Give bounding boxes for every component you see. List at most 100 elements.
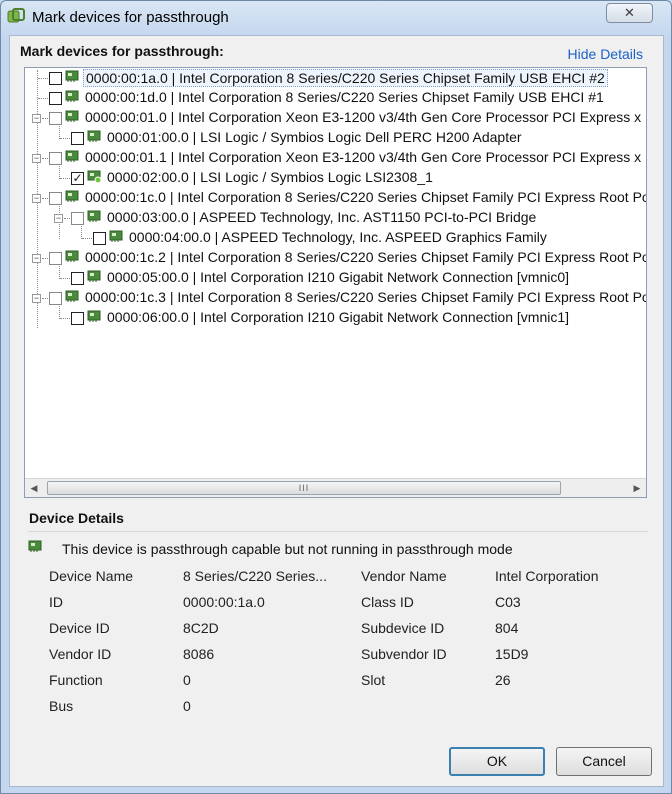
subvendor-id-label: Subvendor ID xyxy=(361,646,447,662)
id-label: ID xyxy=(49,594,63,610)
class-id-value: C03 xyxy=(495,594,521,610)
scroll-left-icon[interactable]: ◀ xyxy=(27,481,41,495)
pci-device-icon xyxy=(87,130,101,142)
passthrough-checkbox[interactable] xyxy=(49,112,62,125)
tree-row[interactable]: 0000:04:00.0 | ASPEED Technology, Inc. A… xyxy=(25,228,646,248)
dialog-window: Mark devices for passthrough ✕ Mark devi… xyxy=(0,0,672,794)
slot-label: Slot xyxy=(361,672,386,688)
device-id-value: 8C2D xyxy=(183,620,219,636)
device-label: 0000:00:1d.0 | Intel Corporation 8 Serie… xyxy=(85,89,604,105)
subvendor-id-value: 15D9 xyxy=(495,646,529,662)
device-details-title: Device Details xyxy=(29,510,124,526)
pci-device-icon xyxy=(65,250,79,262)
tree-row[interactable]: − 0000:00:1c.3 | Intel Corporation 8 Ser… xyxy=(25,288,647,308)
scrollbar-thumb[interactable]: III xyxy=(47,481,561,495)
device-label: 0000:06:00.0 | Intel Corporation I210 Gi… xyxy=(107,309,570,325)
tree-row[interactable]: 0000:00:1a.0 | Intel Corporation 8 Serie… xyxy=(25,68,646,88)
tree-row[interactable]: ✓ 0000:02:00.0 | LSI Logic / Symbios Log… xyxy=(25,168,646,188)
collapse-toggle-icon[interactable]: − xyxy=(32,194,41,203)
slot-value: 26 xyxy=(495,672,511,688)
details-divider xyxy=(28,531,648,532)
pci-device-icon xyxy=(87,270,101,282)
device-label: 0000:05:00.0 | Intel Corporation I210 Gi… xyxy=(107,269,570,285)
function-value: 0 xyxy=(183,672,191,688)
tree-row[interactable]: 0000:00:1d.0 | Intel Corporation 8 Serie… xyxy=(25,88,646,108)
vendor-id-value: 8086 xyxy=(183,646,215,662)
collapse-toggle-icon[interactable]: − xyxy=(32,294,41,303)
passthrough-checkbox[interactable] xyxy=(49,292,62,305)
vendor-id-label: Vendor ID xyxy=(49,646,112,662)
close-icon: ✕ xyxy=(624,5,635,20)
tree-section-label: Mark devices for passthrough: xyxy=(20,43,224,59)
device-label: 0000:00:1a.0 | Intel Corporation 8 Serie… xyxy=(83,69,608,87)
dialog-body: Mark devices for passthrough: Hide Detai… xyxy=(9,35,664,787)
device-name-label: Device Name xyxy=(49,568,134,584)
pci-device-icon xyxy=(87,210,101,222)
window-title: Mark devices for passthrough xyxy=(32,9,229,26)
tree-row[interactable]: − 0000:00:01.0 | Intel Corporation Xeon … xyxy=(25,108,646,128)
close-button[interactable]: ✕ xyxy=(606,3,653,23)
passthrough-checkbox[interactable] xyxy=(49,92,62,105)
passthrough-checkbox[interactable] xyxy=(71,312,84,325)
class-id-label: Class ID xyxy=(361,594,414,610)
passthrough-checkbox[interactable] xyxy=(93,232,106,245)
tree-row[interactable]: − 0000:00:1c.2 | Intel Corporation 8 Ser… xyxy=(25,248,646,268)
tree-row[interactable]: − 0000:00:01.1 | Intel Corporation Xeon … xyxy=(25,148,646,168)
collapse-toggle-icon[interactable]: − xyxy=(54,214,63,223)
passthrough-checkbox-checked[interactable]: ✓ xyxy=(71,172,84,185)
passthrough-checkbox[interactable] xyxy=(49,192,62,205)
ok-button[interactable]: OK xyxy=(449,747,545,776)
id-value: 0000:00:1a.0 xyxy=(183,594,265,610)
tree-row[interactable]: 0000:01:00.0 | LSI Logic / Symbios Logic… xyxy=(25,128,646,148)
pci-device-icon xyxy=(65,290,79,302)
passthrough-checkbox[interactable] xyxy=(71,272,84,285)
cancel-button[interactable]: Cancel xyxy=(556,747,652,776)
hide-details-link[interactable]: Hide Details xyxy=(568,46,643,62)
tree-row[interactable]: − 0000:03:00.0 | ASPEED Technology, Inc.… xyxy=(25,208,646,228)
passthrough-checkbox[interactable] xyxy=(49,152,62,165)
device-label: 0000:00:1c.3 | Intel Corporation 8 Serie… xyxy=(85,289,647,305)
collapse-toggle-icon[interactable]: − xyxy=(32,254,41,263)
bus-label: Bus xyxy=(49,698,74,714)
device-label: 0000:00:01.1 | Intel Corporation Xeon E3… xyxy=(85,149,642,165)
device-label: 0000:00:01.0 | Intel Corporation Xeon E3… xyxy=(85,109,642,125)
scrollbar-grip: III xyxy=(298,483,310,493)
pci-device-icon xyxy=(87,310,101,322)
vsphere-app-icon xyxy=(7,8,25,23)
device-name-value: 8 Series/C220 Series... xyxy=(183,568,327,584)
passthrough-checkbox[interactable] xyxy=(71,212,84,225)
passthrough-checkbox[interactable] xyxy=(49,252,62,265)
tree-row[interactable]: − 0000:00:1c.0 | Intel Corporation 8 Ser… xyxy=(25,188,647,208)
device-label: 0000:04:00.0 | ASPEED Technology, Inc. A… xyxy=(129,229,547,245)
collapse-toggle-icon[interactable]: − xyxy=(32,114,41,123)
vendor-name-value: Intel Corporation xyxy=(495,568,599,584)
tree-row[interactable]: 0000:05:00.0 | Intel Corporation I210 Gi… xyxy=(25,268,646,288)
passthrough-status: This device is passthrough capable but n… xyxy=(62,541,513,557)
device-label: 0000:03:00.0 | ASPEED Technology, Inc. A… xyxy=(107,209,537,225)
device-label: 0000:02:00.0 | LSI Logic / Symbios Logic… xyxy=(107,169,433,185)
scroll-right-icon[interactable]: ▶ xyxy=(630,481,644,495)
pci-device-icon xyxy=(65,110,79,122)
bus-value: 0 xyxy=(183,698,191,714)
vendor-name-label: Vendor Name xyxy=(361,568,447,584)
pci-device-icon xyxy=(28,540,42,552)
function-label: Function xyxy=(49,672,103,688)
device-label: 0000:01:00.0 | LSI Logic / Symbios Logic… xyxy=(107,129,522,145)
pci-device-icon xyxy=(65,190,79,202)
subdevice-id-value: 804 xyxy=(495,620,519,636)
pci-device-active-icon xyxy=(87,170,101,183)
passthrough-checkbox[interactable] xyxy=(71,132,84,145)
passthrough-checkbox[interactable] xyxy=(49,72,62,85)
subdevice-id-label: Subdevice ID xyxy=(361,620,445,636)
pci-device-icon xyxy=(65,150,79,162)
pci-device-icon xyxy=(109,230,123,242)
pci-device-icon xyxy=(65,70,79,82)
title-bar[interactable]: Mark devices for passthrough ✕ xyxy=(1,1,671,35)
device-id-label: Device ID xyxy=(49,620,110,636)
collapse-toggle-icon[interactable]: − xyxy=(32,154,41,163)
device-tree[interactable]: 0000:00:1a.0 | Intel Corporation 8 Serie… xyxy=(24,67,647,498)
pci-device-icon xyxy=(65,90,79,102)
tree-row[interactable]: 0000:06:00.0 | Intel Corporation I210 Gi… xyxy=(25,308,646,328)
device-label: 0000:00:1c.0 | Intel Corporation 8 Serie… xyxy=(85,189,647,205)
horizontal-scrollbar[interactable]: ◀ III ▶ xyxy=(25,478,646,497)
